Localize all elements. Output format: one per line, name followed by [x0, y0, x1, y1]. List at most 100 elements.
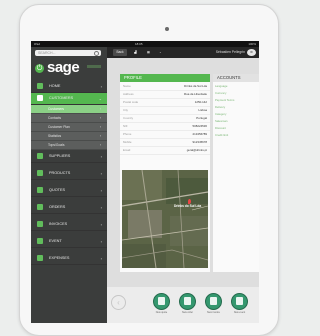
- chevron-right-icon: ›: [99, 107, 101, 111]
- search-input[interactable]: SEARCH...: [35, 50, 101, 56]
- profile-row: Name Drinks da Sul Lda: [120, 83, 210, 91]
- products-icon: [37, 170, 43, 176]
- field-value: Portugal: [196, 116, 207, 120]
- chevron-right-icon: ›: [100, 154, 102, 159]
- chevron-right-icon: ›: [100, 222, 102, 227]
- new-order-button[interactable]: New order: [179, 293, 196, 314]
- field-label: Phone: [123, 132, 132, 136]
- search-icon: [94, 51, 99, 56]
- new-event-button[interactable]: New event: [231, 293, 248, 314]
- new-quote-button[interactable]: New quote: [153, 293, 170, 314]
- sidebar-item-label: ORDERS: [49, 205, 66, 209]
- field-label: Category: [215, 112, 227, 116]
- accounts-row: Payment Terms: [213, 97, 259, 103]
- submenu-label: Customers: [48, 107, 64, 111]
- profile-row: City Lisboa: [120, 107, 210, 115]
- action-label: New event: [233, 311, 246, 314]
- submenu-item-customer-plan[interactable]: Customer Plan ›: [31, 123, 107, 132]
- chevron-right-icon: ›: [99, 143, 101, 147]
- sidebar-item-quotes[interactable]: QUOTES ›: [31, 185, 107, 197]
- chevron-right-icon: ›: [99, 134, 101, 138]
- logo-accent: [87, 65, 101, 68]
- field-label: Name: [123, 84, 131, 88]
- profile-row: Mobile 912345678: [120, 139, 210, 147]
- field-value: 508224536: [192, 124, 207, 128]
- invoice-icon: [210, 297, 217, 305]
- field-label: Email: [123, 148, 131, 152]
- profile-header: PROFILE: [120, 74, 210, 82]
- sidebar-item-label: SUPPLIERS: [49, 154, 71, 158]
- field-label: Address: [123, 92, 134, 96]
- chevron-right-icon: ›: [99, 116, 101, 120]
- chevron-right-icon: ›: [100, 205, 102, 210]
- field-value: geral@drinks.pt: [186, 148, 207, 152]
- sidebar: SEARCH... ⏻ sage HOME › CUSTOMERS ⌄ Cust…: [31, 47, 107, 323]
- accounts-panel: ACCOUNTS Language Currency Payment Terms…: [213, 74, 259, 272]
- field-value: 1250-142: [194, 100, 207, 104]
- chart-icon[interactable]: ▟: [131, 49, 140, 56]
- sidebar-item-expenses[interactable]: EXPENSES ›: [31, 253, 107, 265]
- power-icon[interactable]: ⏻: [35, 64, 44, 73]
- accounts-row: Discount: [213, 125, 259, 131]
- dropdown-icon[interactable]: ⌄: [157, 49, 164, 56]
- camera-dot: [165, 27, 169, 31]
- grid-icon[interactable]: ▦: [144, 49, 153, 56]
- action-bar: ‹ New quote New order New invoice New ev…: [107, 287, 259, 323]
- event-icon: [236, 297, 243, 305]
- submenu-item-contacts[interactable]: Contacts ›: [31, 114, 107, 123]
- user-name: Sébastien Pellegrin: [215, 50, 245, 54]
- submenu-label: Tops/Goals: [48, 143, 65, 147]
- back-button[interactable]: Back: [113, 49, 127, 56]
- order-icon: [184, 297, 191, 305]
- sidebar-item-label: EXPENSES: [49, 256, 70, 260]
- location-map[interactable]: Drinks do Sul Lda: [122, 170, 208, 268]
- profile-panel: PROFILE Name Drinks da Sul Lda Address R…: [120, 74, 210, 272]
- chevron-right-icon: ›: [100, 84, 102, 89]
- user-avatar[interactable]: ⚙: [247, 49, 256, 56]
- accounts-row: Delivery: [213, 104, 259, 110]
- sage-logo: sage: [47, 59, 80, 76]
- field-label: Discount: [215, 126, 226, 130]
- field-label: Delivery: [215, 105, 226, 109]
- field-value: Lisboa: [198, 108, 207, 112]
- sidebar-item-label: EVENT: [49, 239, 62, 243]
- suppliers-icon: [37, 153, 43, 159]
- accounts-row: Credit limit: [213, 132, 259, 138]
- submenu-label: Contacts: [48, 116, 62, 120]
- chevron-right-icon: ›: [100, 256, 102, 261]
- field-label: Country: [123, 116, 134, 120]
- sidebar-item-customers[interactable]: CUSTOMERS ⌄: [31, 93, 107, 105]
- field-label: City: [123, 108, 128, 112]
- invoices-icon: [37, 221, 43, 227]
- sidebar-item-event[interactable]: EVENT ›: [31, 236, 107, 248]
- sidebar-item-products[interactable]: PRODUCTS ›: [31, 168, 107, 180]
- chevron-right-icon: ›: [100, 188, 102, 193]
- search-placeholder: SEARCH...: [38, 51, 56, 55]
- profile-row: Country Portugal: [120, 115, 210, 123]
- field-label: Credit limit: [215, 133, 229, 137]
- profile-row: Postal code 1250-142: [120, 99, 210, 107]
- submenu-label: Statistics: [48, 134, 62, 138]
- main-content: Back ▟ ▦ ⌄ Sébastien Pellegrin ⚙ PROFILE…: [107, 47, 259, 323]
- satellite-map-image: [122, 170, 208, 268]
- accounts-row: Salesman: [213, 118, 259, 124]
- top-toolbar: Back ▟ ▦ ⌄ Sébastien Pellegrin ⚙: [107, 47, 259, 58]
- sidebar-item-suppliers[interactable]: SUPPLIERS ›: [31, 151, 107, 163]
- sidebar-item-home[interactable]: HOME ›: [31, 81, 107, 93]
- quote-icon: [158, 297, 165, 305]
- sidebar-item-label: CUSTOMERS: [49, 96, 74, 100]
- field-label: Currency: [215, 91, 227, 95]
- profile-row: Email geral@drinks.pt: [120, 147, 210, 155]
- accounts-row: Category: [213, 111, 259, 117]
- sidebar-item-invoices[interactable]: INVOICES ›: [31, 219, 107, 231]
- field-value: 912345678: [192, 140, 207, 144]
- action-label: New quote: [155, 311, 168, 314]
- submenu-item-customers[interactable]: Customers ›: [31, 105, 107, 114]
- submenu-item-statistics[interactable]: Statistics ›: [31, 132, 107, 141]
- chevron-right-icon: ›: [99, 125, 101, 129]
- back-arrow-icon[interactable]: ‹: [111, 295, 126, 310]
- accounts-row: Currency: [213, 90, 259, 96]
- submenu-item-tops-goals[interactable]: Tops/Goals ›: [31, 141, 107, 150]
- new-invoice-button[interactable]: New invoice: [205, 293, 222, 314]
- sidebar-item-orders[interactable]: ORDERS ›: [31, 202, 107, 214]
